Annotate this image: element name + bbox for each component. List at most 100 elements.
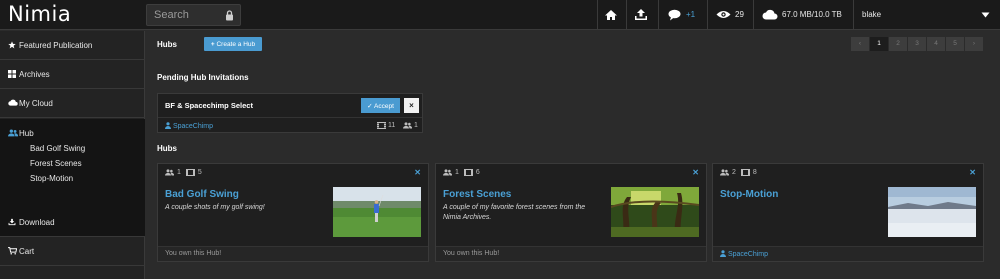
chevron-down-icon[interactable] <box>981 12 990 18</box>
hub-thumbnail[interactable] <box>611 187 699 237</box>
sidebar-subitem-forest-scenes[interactable]: Forest Scenes <box>30 159 82 168</box>
hub-title[interactable]: Stop-Motion <box>720 189 778 200</box>
hub-owner[interactable]: SpaceChimp <box>720 250 768 258</box>
sidebar-item-label: Hub <box>19 129 34 138</box>
hub-card[interactable]: 2 8 ✕ Stop-Motion SpaceChimp <box>712 163 984 262</box>
section-title-invitations: Pending Hub Invitations <box>157 73 249 82</box>
page-4[interactable]: 4 <box>927 37 946 51</box>
invitation-clip-count: 11 <box>388 122 396 129</box>
sidebar-subitem-bad-golf-swing[interactable]: Bad Golf Swing <box>30 144 85 153</box>
sidebar-item-featured-publication[interactable]: Featured Publication <box>0 31 145 60</box>
invitation-owner-name: SpaceChimp <box>172 123 214 130</box>
users-icon <box>720 169 729 176</box>
users-icon <box>8 129 18 137</box>
hub-owner-name: SpaceChimp <box>727 251 769 258</box>
hub-description: A couple shots of my golf swing! <box>165 204 265 211</box>
hub-title[interactable]: Bad Golf Swing <box>165 189 239 200</box>
sidebar-item-my-cloud[interactable]: My Cloud <box>0 89 145 118</box>
hub-thumbnail[interactable] <box>888 187 976 237</box>
page-2[interactable]: 2 <box>889 37 908 51</box>
sidebar-item-cart[interactable]: Cart <box>0 237 145 266</box>
sidebar-item-label: Download <box>19 218 55 227</box>
user-icon <box>720 250 726 257</box>
page-title: Hubs <box>157 40 177 49</box>
hub-footer: You own this Hub! <box>436 246 706 261</box>
page-prev[interactable]: ‹ <box>851 37 870 51</box>
invitation-card: BF & Spacechimp Select ✓ Accept × SpaceC… <box>157 93 423 133</box>
hub-footer: You own this Hub! <box>158 246 428 261</box>
hub-member-count: 1 <box>455 169 459 176</box>
hub-ownership-note: You own this Hub! <box>443 250 500 257</box>
divider <box>158 117 422 118</box>
divider <box>853 0 854 30</box>
divider <box>658 0 659 30</box>
divider <box>597 0 598 30</box>
close-icon[interactable]: ✕ <box>414 168 421 177</box>
users-icon <box>443 169 452 176</box>
hub-clip-count: 5 <box>197 169 202 176</box>
hub-member-count: 2 <box>732 169 736 176</box>
sidebar: Featured Publication Archives My Cloud H… <box>0 31 145 279</box>
hub-card[interactable]: 1 5 ✕ Bad Golf Swing A couple shots of m… <box>157 163 429 262</box>
hub-title[interactable]: Forest Scenes <box>443 189 511 200</box>
hub-clip-count: 6 <box>475 169 480 176</box>
notification-count[interactable]: +1 <box>686 10 695 19</box>
film-icon <box>740 169 750 176</box>
page-next[interactable]: › <box>965 37 984 51</box>
sidebar-item-label: Archives <box>19 70 50 79</box>
invitation-owner[interactable]: SpaceChimp <box>165 122 213 130</box>
pagination: ‹ 1 2 3 4 5 › <box>851 37 984 51</box>
cloud-icon <box>762 9 778 20</box>
download-icon <box>8 218 16 226</box>
decline-button[interactable]: × <box>404 98 419 113</box>
create-hub-button-label: Create a Hub <box>216 40 256 48</box>
search-input[interactable] <box>147 5 225 25</box>
hub-description: A couple of my favorite forest scenes fr… <box>443 204 586 221</box>
page-1[interactable]: 1 <box>870 37 889 51</box>
chat-icon[interactable] <box>668 9 681 21</box>
accept-button[interactable]: ✓ Accept <box>361 98 400 113</box>
sidebar-item-label: Cart <box>19 247 35 256</box>
accept-button-label: Accept <box>374 102 394 110</box>
sidebar-item-archives[interactable]: Archives <box>0 60 145 89</box>
create-hub-button[interactable]: + Create a Hub <box>204 37 262 51</box>
page-3[interactable]: 3 <box>908 37 927 51</box>
top-bar: Nimia +1 29 67.0 MB/10.0 TB blake <box>0 0 1000 30</box>
sidebar-item-label: My Cloud <box>19 99 53 108</box>
divider <box>753 0 754 30</box>
hub-ownership-note: You own this Hub! <box>165 250 222 257</box>
divider <box>626 0 627 30</box>
storage-usage: 67.0 MB/10.0 TB <box>782 10 842 19</box>
film-icon <box>185 169 195 176</box>
users-icon <box>403 122 412 130</box>
close-icon[interactable]: ✕ <box>692 168 699 177</box>
hub-stats: 1 5 <box>165 169 202 176</box>
users-icon <box>165 169 174 176</box>
cart-icon <box>8 247 17 255</box>
sidebar-item-label: Featured Publication <box>19 41 93 50</box>
views-count: 29 <box>735 10 744 19</box>
close-icon[interactable]: ✕ <box>969 168 976 177</box>
film-icon <box>463 169 473 176</box>
upload-icon[interactable] <box>634 8 648 21</box>
user-icon <box>165 122 171 129</box>
film-icon <box>377 122 386 130</box>
hub-clip-count: 8 <box>752 169 757 176</box>
page-5[interactable]: 5 <box>946 37 965 51</box>
divider <box>707 0 708 30</box>
hub-card[interactable]: 1 6 ✕ Forest Scenes A couple of my favor… <box>435 163 707 262</box>
logo[interactable]: Nimia <box>8 2 71 26</box>
sidebar-subitem-stop-motion[interactable]: Stop-Motion <box>30 174 73 183</box>
cloud-icon <box>8 99 18 106</box>
hub-stats: 1 6 <box>443 169 480 176</box>
grid-icon <box>8 70 16 78</box>
invitation-member-count: 1 <box>414 122 418 129</box>
hub-thumbnail[interactable] <box>333 187 421 237</box>
user-menu-label[interactable]: blake <box>862 10 881 19</box>
search-box[interactable] <box>146 4 241 26</box>
sidebar-item-download[interactable]: Download <box>0 208 145 237</box>
hub-member-count: 1 <box>177 169 181 176</box>
home-icon[interactable] <box>604 9 618 21</box>
section-title-hubs: Hubs <box>157 144 177 153</box>
eye-icon <box>716 10 731 19</box>
